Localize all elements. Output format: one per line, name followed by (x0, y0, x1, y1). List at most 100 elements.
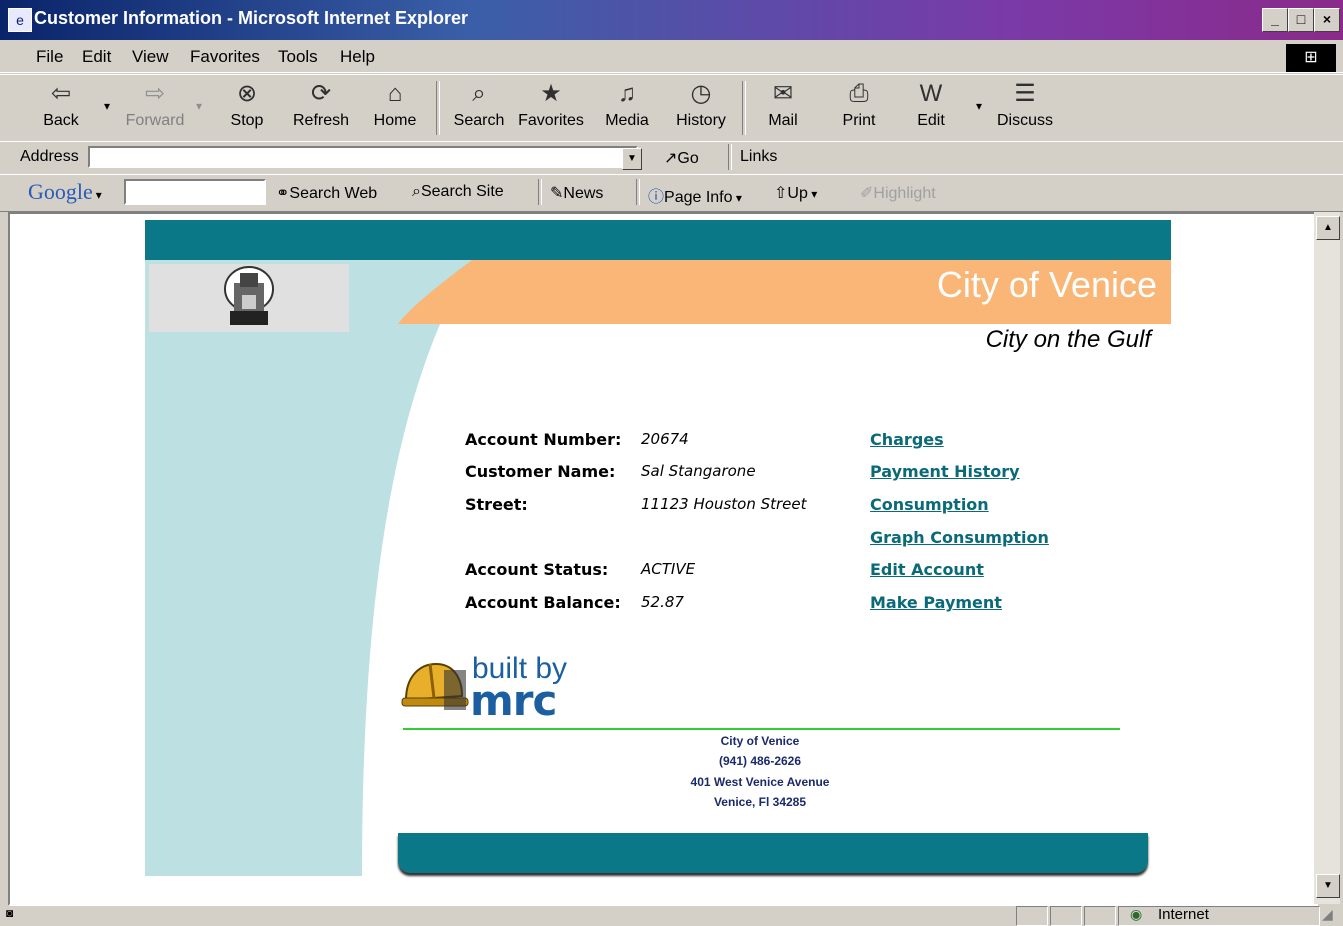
street-label: Street: (465, 495, 528, 514)
stop-button[interactable]: ⊗ Stop (214, 79, 280, 130)
menu-help[interactable]: Help (340, 47, 375, 67)
mrc-brand-logo[interactable]: mrc (470, 676, 557, 725)
menu-view[interactable]: View (132, 47, 169, 67)
menu-favorites[interactable]: Favorites (190, 47, 260, 67)
go-button[interactable]: ↗Go (664, 148, 699, 168)
address-label: Address (20, 148, 79, 165)
print-button[interactable]: ⎙ Print (826, 79, 892, 130)
history-button[interactable]: ◷ History (668, 79, 734, 130)
menu-file[interactable]: File (36, 47, 63, 67)
media-button[interactable]: ♫ Media (594, 79, 660, 130)
footer-address: 401 West Venice Avenue (690, 775, 830, 789)
forward-arrow-icon: ⇨ (144, 80, 166, 107)
highlighter-icon: ✐ (860, 185, 874, 202)
edit-button[interactable]: W Edit (898, 79, 964, 130)
account-number-value: 20674 (641, 430, 689, 448)
payment-history-link[interactable]: Payment History (870, 462, 1020, 481)
history-icon: ◷ (690, 80, 712, 107)
title-bar[interactable]: e Customer Information - Microsoft Inter… (0, 0, 1343, 40)
city-name-heading: City of Venice (936, 264, 1157, 305)
resize-grip-icon[interactable]: ◢ (1322, 906, 1333, 923)
charges-link[interactable]: Charges (870, 430, 944, 449)
search-site-icon: ⌕ (412, 183, 421, 200)
make-payment-link[interactable]: Make Payment (870, 593, 1002, 612)
graph-consumption-link[interactable]: Graph Consumption (870, 528, 1049, 547)
back-arrow-icon: ⇦ (50, 80, 72, 107)
forward-button[interactable]: ⇨ Forward (122, 79, 188, 130)
page-header-bar (145, 220, 1171, 260)
hard-hat-icon (401, 662, 469, 710)
discuss-icon: ☰ (1014, 80, 1036, 107)
address-input[interactable] (88, 146, 638, 168)
toolbar-separator (742, 81, 746, 135)
security-zone-text: Internet (1158, 906, 1209, 923)
favorites-button[interactable]: ★ Favorites (518, 79, 584, 130)
address-separator (728, 144, 732, 170)
search-icon: ⌕ (472, 80, 486, 107)
home-button[interactable]: ⌂ Home (362, 79, 428, 130)
up-folder-icon: ⇧ (774, 185, 788, 202)
favorites-folder-icon: ★ (540, 80, 562, 107)
standard-toolbar: ⇦ Back ▾ ⇨ Forward ▾ ⊗ Stop ⟳ Refresh ⌂ … (0, 74, 1343, 142)
refresh-icon: ⟳ (310, 80, 332, 107)
edit-account-link[interactable]: Edit Account (870, 560, 984, 579)
menu-tools[interactable]: Tools (278, 47, 318, 67)
minimize-button[interactable]: _ (1262, 8, 1288, 32)
news-button[interactable]: ✎News (550, 183, 603, 203)
city-tagline: City on the Gulf (985, 326, 1151, 353)
mail-button[interactable]: ✉ Mail (750, 79, 816, 130)
status-panel (1016, 906, 1048, 926)
customer-name-label: Customer Name: (465, 462, 616, 481)
links-button[interactable]: Links (740, 148, 777, 166)
page-side-panel (145, 260, 362, 876)
footer-city-state-zip: Venice, Fl 34285 (713, 795, 807, 809)
info-icon: ⓘ (648, 189, 665, 206)
toolbar-separator (436, 81, 440, 135)
google-logo-button[interactable]: Google ▾ (28, 179, 102, 205)
account-balance-label: Account Balance: (465, 593, 621, 612)
close-button[interactable]: × (1314, 8, 1340, 32)
up-button[interactable]: ⇧Up ▾ (774, 183, 817, 203)
maximize-button[interactable]: □ (1288, 8, 1314, 32)
print-icon: ⎙ (849, 80, 869, 107)
scroll-down-icon[interactable]: ▼ (1316, 874, 1340, 898)
back-button[interactable]: ⇦ Back (28, 79, 94, 130)
account-status-label: Account Status: (465, 560, 609, 579)
menu-edit[interactable]: Edit (82, 47, 111, 67)
binoculars-icon: ⚭ (276, 185, 290, 202)
search-site-button[interactable]: ⌕Search Site (412, 183, 504, 201)
highlight-button[interactable]: ✐Highlight (860, 183, 936, 203)
ie-app-icon[interactable]: e (8, 8, 32, 32)
news-icon: ✎ (550, 185, 564, 202)
street-value: 11123 Houston Street (641, 495, 807, 513)
edit-dropdown-icon[interactable]: ▾ (976, 99, 982, 113)
page-info-button[interactable]: ⓘPage Info ▾ (648, 183, 742, 207)
address-dropdown-icon[interactable]: ▼ (622, 148, 642, 170)
refresh-button[interactable]: ⟳ Refresh (288, 79, 354, 130)
media-icon: ♫ (618, 80, 636, 107)
account-number-label: Account Number: (465, 430, 622, 449)
stop-icon: ⊗ (236, 80, 258, 107)
address-bar: Address ▼ ↗Go Links (0, 141, 1343, 175)
account-balance-value: 52.87 (641, 593, 684, 611)
vertical-scrollbar[interactable]: ▲ ▼ (1314, 212, 1340, 904)
search-web-button[interactable]: ⚭Search Web (276, 183, 377, 203)
zone-panel (1118, 906, 1320, 926)
consumption-link[interactable]: Consumption (870, 495, 989, 514)
footer-phone: (941) 486-2626 (718, 754, 802, 768)
footer-city-name: City of Venice (720, 734, 800, 748)
forward-dropdown-icon[interactable]: ▾ (196, 99, 202, 113)
customer-name-value: Sal Stangarone (641, 462, 756, 480)
discuss-button[interactable]: ☰ Discuss (992, 79, 1058, 130)
city-seal-icon (224, 266, 274, 325)
home-icon: ⌂ (387, 80, 403, 107)
back-dropdown-icon[interactable]: ▾ (104, 99, 110, 113)
account-status-value: ACTIVE (641, 560, 696, 578)
google-toolbar: Google ▾ ⚭Search Web ⌕Search Site ✎News … (0, 174, 1343, 212)
google-search-input[interactable] (124, 179, 266, 205)
scroll-up-icon[interactable]: ▲ (1316, 216, 1340, 240)
up-dropdown-icon: ▾ (807, 187, 818, 201)
search-button[interactable]: ⌕ Search (446, 79, 512, 130)
google-dropdown-icon: ▾ (92, 188, 102, 202)
internet-globe-icon: ◉ (1130, 906, 1143, 922)
